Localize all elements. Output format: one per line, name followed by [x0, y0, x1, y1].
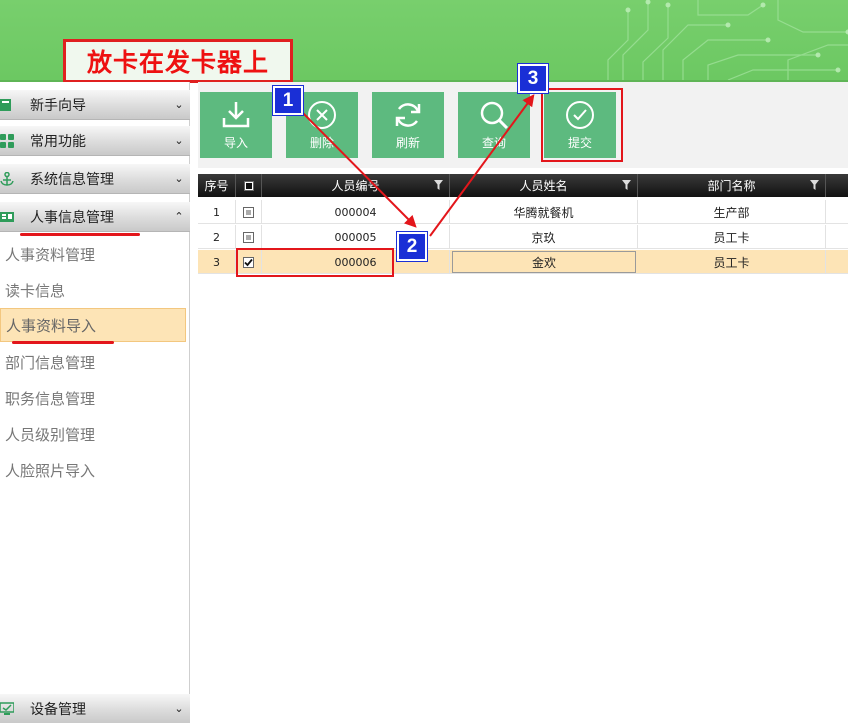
header-dept[interactable]: 部门名称 [638, 174, 826, 197]
sidebar-item-position[interactable]: 职务信息管理 [0, 381, 186, 415]
submit-highlight [541, 88, 623, 162]
book-icon [0, 98, 14, 112]
close-circle-icon [308, 101, 336, 129]
chevron-up-icon: ⌃ [174, 210, 184, 223]
cell-name: 华腾就餐机 [450, 200, 638, 224]
cell-dept: 员工卡 [638, 250, 826, 274]
sidebar-group-label: 新手向导 [30, 97, 86, 114]
row-checkbox-cell [236, 200, 262, 224]
cell-seq: 1 [198, 200, 236, 224]
annotation-underline [12, 341, 114, 344]
instruction-text: 放卡在发卡器上 [86, 48, 269, 77]
cell-dept: 员工卡 [638, 225, 826, 249]
sidebar-group-common[interactable]: 常用功能 ⌄ [0, 126, 190, 156]
instruction-callout: 放卡在发卡器上 [63, 39, 293, 83]
download-icon [222, 102, 250, 128]
select-all-checkbox[interactable] [243, 180, 254, 191]
import-button[interactable]: 导入 [200, 92, 272, 158]
sidebar-group-label: 系统信息管理 [30, 171, 114, 188]
step-marker-3: 3 [518, 64, 548, 93]
filter-icon[interactable] [810, 180, 819, 190]
sidebar-group-label: 人事信息管理 [30, 209, 114, 226]
sidebar-item-hr-records[interactable]: 人事资料管理 [0, 237, 186, 271]
monitor-icon [0, 701, 14, 716]
sidebar-item-face-import[interactable]: 人脸照片导入 [0, 453, 186, 487]
cell-emp-no: 000004 [262, 200, 450, 224]
import-label: 导入 [223, 136, 248, 150]
header-label: 人员姓名 [519, 179, 568, 193]
id-card-icon [0, 210, 14, 224]
sidebar-group-label: 设备管理 [30, 701, 86, 718]
sidebar-group-guide[interactable]: 新手向导 ⌄ [0, 90, 190, 120]
grid-icon [0, 133, 14, 148]
sidebar-group-device[interactable]: 设备管理 ⌄ [0, 694, 190, 723]
query-button[interactable]: 查询 [458, 92, 530, 158]
filter-icon[interactable] [434, 180, 443, 190]
cell-name[interactable]: 金欢 [452, 251, 636, 273]
cell-dept: 生产部 [638, 200, 826, 224]
table-header: 序号 人员编号 人员姓名 部门名称 [198, 174, 848, 197]
header-label: 人员编号 [331, 179, 380, 193]
sidebar: 新手向导 ⌄ 常用功能 ⌄ 系统信息管理 ⌄ 人事信息管理 ⌃ 人事资料管理 读 [0, 82, 190, 723]
header-label: 部门名称 [707, 179, 756, 193]
circuit-decoration [607, 0, 848, 80]
sidebar-group-system[interactable]: 系统信息管理 ⌄ [0, 164, 190, 194]
row-checkbox-cell [236, 225, 262, 249]
checkbox-highlight [236, 248, 394, 277]
row-checkbox[interactable] [243, 231, 254, 243]
app-window: 放卡在发卡器上 新手向导 ⌄ 常用功能 ⌄ 系统信息管理 ⌄ 人事信息管理 ⌃ … [0, 0, 848, 723]
chevron-down-icon: ⌄ [174, 172, 184, 185]
chevron-down-icon: ⌄ [174, 98, 184, 111]
cell-seq: 2 [198, 225, 236, 249]
header-seq: 序号 [198, 174, 236, 197]
step-marker-2: 2 [397, 232, 427, 261]
anchor-icon [0, 171, 14, 186]
header-extra [826, 174, 848, 197]
row-checkbox[interactable] [243, 206, 254, 218]
cell-seq: 3 [198, 250, 236, 274]
query-label: 查询 [481, 136, 506, 150]
search-icon [480, 101, 509, 130]
sidebar-item-level[interactable]: 人员级别管理 [0, 417, 186, 451]
filter-icon[interactable] [622, 180, 631, 190]
delete-label: 删除 [309, 136, 334, 150]
sidebar-group-hr[interactable]: 人事信息管理 ⌃ [0, 202, 190, 232]
refresh-label: 刷新 [395, 136, 420, 150]
refresh-icon [395, 103, 421, 127]
header-emp-no[interactable]: 人员编号 [262, 174, 450, 197]
header-name[interactable]: 人员姓名 [450, 174, 638, 197]
chevron-down-icon: ⌄ [174, 134, 184, 147]
refresh-button[interactable]: 刷新 [372, 92, 444, 158]
sidebar-group-label: 常用功能 [30, 133, 86, 150]
step-marker-1: 1 [273, 86, 303, 115]
sidebar-item-department[interactable]: 部门信息管理 [0, 345, 186, 379]
header-select-all[interactable] [236, 174, 262, 197]
table-row[interactable]: 1 000004 华腾就餐机 生产部 [198, 200, 848, 224]
table-row[interactable]: 2 000005 京玖 员工卡 [198, 225, 848, 249]
chevron-down-icon: ⌄ [174, 702, 184, 715]
sidebar-item-hr-import[interactable]: 人事资料导入 [0, 308, 186, 342]
cell-name: 京玖 [450, 225, 638, 249]
annotation-underline [20, 233, 140, 236]
sidebar-item-card-reading[interactable]: 读卡信息 [0, 273, 186, 307]
